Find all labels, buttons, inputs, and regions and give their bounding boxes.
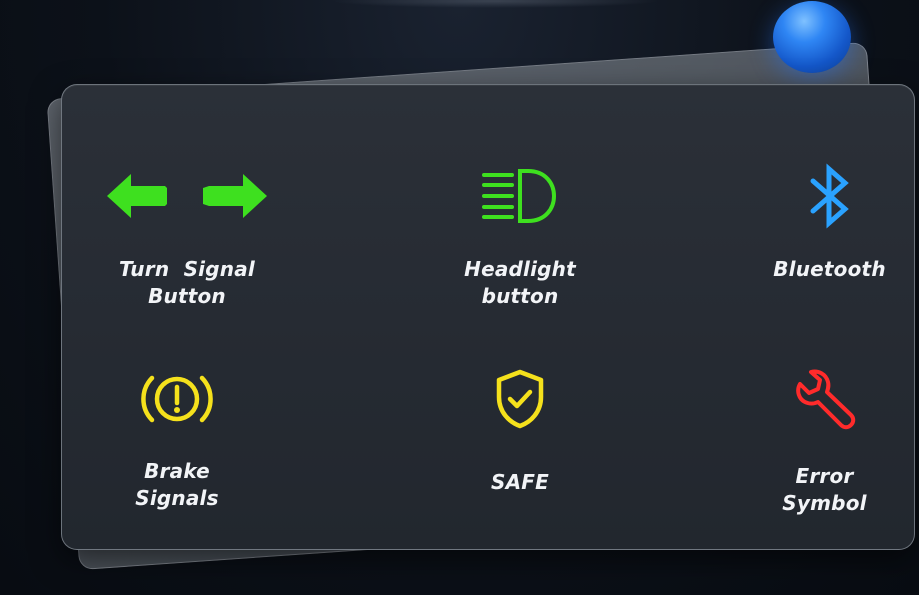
error-symbol-label: Error Symbol	[782, 464, 867, 515]
headlight-item: Headlight button	[425, 161, 615, 310]
blue-ball	[773, 1, 851, 73]
brake-signals-label: Brake Signals	[135, 459, 219, 510]
left-arrow-icon	[107, 174, 167, 218]
brake-warning-icon	[141, 375, 213, 423]
brake-signals-item: Brake Signals	[82, 367, 272, 512]
scene: Turn Signal Button Headlight button Blue…	[0, 0, 919, 595]
headlight-icon	[482, 169, 557, 223]
headlight-label: Headlight button	[464, 257, 576, 308]
top-glint	[330, 0, 660, 8]
bluetooth-label: Bluetooth	[773, 257, 886, 281]
safe-label: SAFE	[490, 470, 549, 494]
bluetooth-icon	[810, 163, 849, 229]
indicator-panel: Turn Signal Button Headlight button Blue…	[61, 84, 915, 550]
turn-signal-item: Turn Signal Button	[92, 161, 282, 310]
turn-signal-label: Turn Signal Button	[119, 257, 255, 308]
wrench-icon	[795, 369, 855, 430]
right-arrow-icon	[203, 174, 267, 218]
error-symbol-item: Error Symbol	[737, 367, 912, 517]
turn-signal-arrows-icon	[107, 174, 267, 218]
safe-item: SAFE	[425, 367, 615, 496]
bluetooth-item: Bluetooth	[742, 161, 917, 283]
shield-check-icon	[496, 369, 544, 429]
